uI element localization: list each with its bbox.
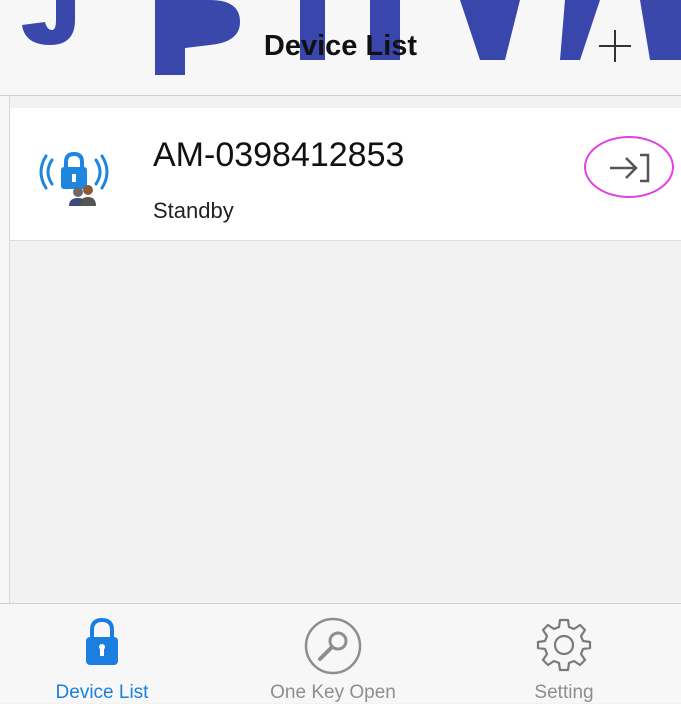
key-icon (304, 617, 362, 675)
enter-arrow-icon (610, 153, 650, 183)
wireless-lock-icon (39, 151, 109, 206)
tab-label: Device List (55, 682, 149, 703)
left-edge (0, 0, 10, 702)
tab-label: Setting (534, 682, 594, 703)
device-status: Standby (153, 198, 234, 223)
device-name: AM-0398412853 (153, 136, 405, 174)
tab-device-list[interactable]: Device List (2, 604, 202, 703)
tab-label: One Key Open (270, 682, 396, 703)
enter-device-button[interactable] (584, 136, 674, 198)
tab-setting[interactable]: Setting (464, 604, 664, 703)
gear-icon (536, 618, 592, 672)
device-list-item[interactable]: AM-0398412853 Standby (10, 108, 681, 241)
page-title: Device List (263, 30, 418, 62)
tab-one-key-open[interactable]: One Key Open (233, 604, 433, 703)
add-device-button[interactable] (595, 26, 635, 66)
tab-bar: Device List One Key Open Setting (0, 603, 681, 703)
nav-header: Device List (0, 0, 681, 96)
lock-icon (86, 617, 118, 665)
